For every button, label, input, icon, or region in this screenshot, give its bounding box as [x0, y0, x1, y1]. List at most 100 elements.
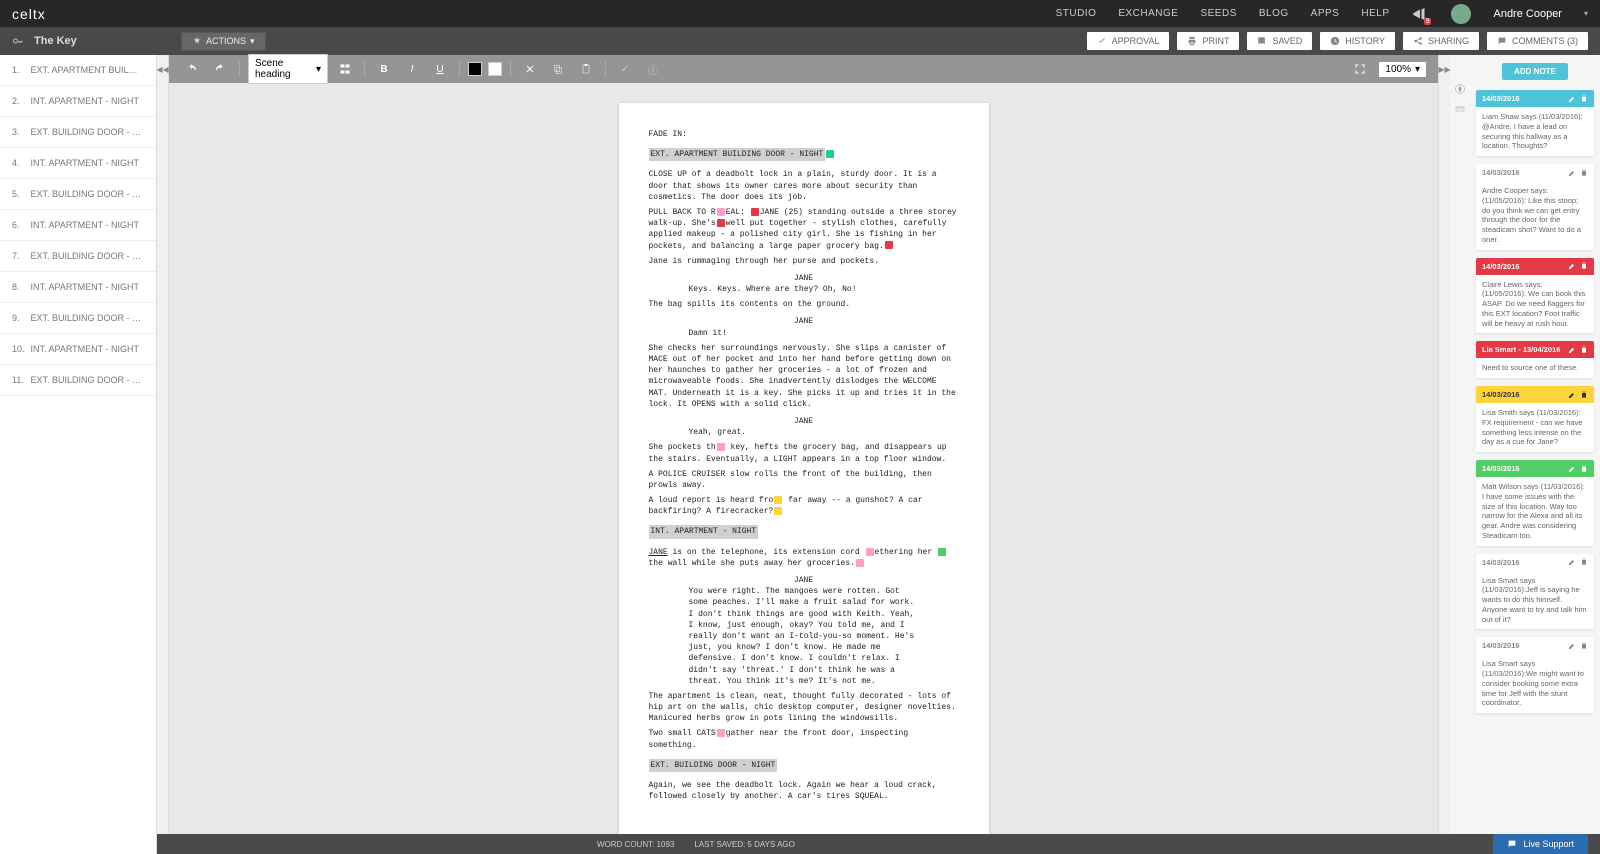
delete-icon[interactable] — [1580, 346, 1588, 354]
find-icon[interactable]: ⓘ — [642, 59, 664, 79]
edit-icon[interactable] — [1568, 391, 1576, 399]
bold-icon[interactable]: B — [373, 59, 395, 79]
fullscreen-icon[interactable] — [1349, 59, 1371, 79]
note-card[interactable]: 14/03/2016Liam Shaw says (11/03/2016): @… — [1476, 90, 1594, 156]
collapse-right-icon[interactable]: ▶▶ — [1438, 55, 1450, 854]
nav-apps[interactable]: APPS — [1311, 8, 1340, 19]
edit-icon[interactable] — [1568, 169, 1576, 177]
sidebar-scene-item[interactable]: 3. EXT. BUILDING DOOR - NIGHT — [0, 117, 156, 148]
status-bar: WORD COUNT: 1093 LAST SAVED: 5 DAYS AGO … — [157, 834, 1600, 854]
note-header: 14/03/2016 — [1476, 90, 1594, 107]
edit-icon[interactable] — [1568, 262, 1576, 270]
note-marker-icon[interactable] — [717, 219, 725, 227]
dual-dialogue-icon[interactable] — [334, 59, 356, 79]
note-marker-icon[interactable] — [751, 208, 759, 216]
delete-icon[interactable] — [1580, 465, 1588, 473]
delete-icon[interactable] — [1580, 262, 1588, 270]
note-card[interactable]: 14/03/2016Lisa Smart says (11/03/2016):J… — [1476, 554, 1594, 630]
note-body: Lisa Smart says (11/03/2016):We might wa… — [1476, 654, 1594, 713]
note-marker-icon[interactable] — [717, 729, 725, 737]
underline-icon[interactable]: U — [429, 59, 451, 79]
delete-icon[interactable] — [1580, 558, 1588, 566]
nav-seeds[interactable]: SEEDS — [1200, 8, 1236, 19]
edit-icon[interactable] — [1568, 642, 1576, 650]
sidebar-scene-item[interactable]: 4. INT. APARTMENT - NIGHT — [0, 148, 156, 179]
note-body: Lisa Smith says (11/03/2016): FX require… — [1476, 403, 1594, 452]
note-marker-icon[interactable] — [866, 548, 874, 556]
spellcheck-icon[interactable]: ✓ — [614, 59, 636, 79]
note-marker-icon[interactable] — [938, 548, 946, 556]
live-support-button[interactable]: Live Support — [1493, 834, 1588, 854]
notes-panel: ADD NOTE 14/03/2016Liam Shaw says (11/03… — [1470, 55, 1600, 854]
page-container[interactable]: FADE IN: EXT. APARTMENT BUILDING DOOR - … — [169, 83, 1438, 854]
script-page[interactable]: FADE IN: EXT. APARTMENT BUILDING DOOR - … — [619, 103, 989, 834]
note-card[interactable]: 14/03/2016Matt Wilson says (11/03/2016):… — [1476, 460, 1594, 546]
sharing-button[interactable]: SHARING — [1403, 32, 1479, 50]
chevron-down-icon[interactable]: ▾ — [1584, 9, 1588, 18]
element-type-select[interactable]: Scene heading▾ — [248, 54, 328, 84]
delete-icon[interactable] — [1580, 95, 1588, 103]
note-card[interactable]: 14/03/2016Lisa Smart says (11/03/2016):W… — [1476, 637, 1594, 713]
add-note-button[interactable]: ADD NOTE — [1502, 63, 1568, 80]
sidebar-scene-item[interactable]: 1. EXT. APARTMENT BUILDING DOOR - ... — [0, 55, 156, 86]
username[interactable]: Andre Cooper — [1493, 8, 1562, 20]
delete-icon[interactable] — [1580, 642, 1588, 650]
action-text: Two small CATSgather near the front door… — [649, 728, 959, 750]
approval-button[interactable]: APPROVAL — [1087, 32, 1170, 50]
note-card[interactable]: 14/03/2016Lisa Smith says (11/03/2016): … — [1476, 386, 1594, 452]
delete-icon[interactable] — [1580, 391, 1588, 399]
delete-icon[interactable] — [1580, 169, 1588, 177]
nav-exchange[interactable]: EXCHANGE — [1118, 8, 1178, 19]
note-marker-icon[interactable] — [717, 208, 725, 216]
ruler-icon[interactable] — [1454, 103, 1466, 115]
note-card[interactable]: 14/03/2016Claire Lewis says: (11/05/2016… — [1476, 258, 1594, 334]
note-marker-icon[interactable] — [885, 241, 893, 249]
print-button[interactable]: PRINT — [1177, 32, 1239, 50]
nav-help[interactable]: HELP — [1361, 8, 1389, 19]
note-marker-icon[interactable] — [774, 496, 782, 504]
nav-studio[interactable]: STUDIO — [1056, 8, 1097, 19]
note-marker-icon[interactable] — [717, 443, 725, 451]
compass-icon[interactable] — [1454, 83, 1466, 95]
note-marker-icon[interactable] — [856, 559, 864, 567]
sidebar-scene-item[interactable]: 7. EXT. BUILDING DOOR - NIGHT — [0, 241, 156, 272]
brand-logo: celtx — [12, 6, 46, 22]
cut-icon[interactable] — [519, 59, 541, 79]
collapse-left-icon[interactable]: ◀◀ — [157, 55, 169, 854]
sidebar-scene-item[interactable]: 5. EXT. BUILDING DOOR - NIGHT — [0, 179, 156, 210]
edit-icon[interactable] — [1568, 465, 1576, 473]
avatar[interactable] — [1451, 4, 1471, 24]
undo-icon[interactable] — [181, 59, 203, 79]
action-text: A loud report is heard fro far away -- a… — [649, 495, 959, 517]
note-card[interactable]: Lia Smart - 13/04/2016Need to source one… — [1476, 341, 1594, 378]
sidebar-scene-item[interactable]: 11. EXT. BUILDING DOOR - NIGHT — [0, 365, 156, 396]
saved-button[interactable]: SAVED — [1247, 32, 1312, 50]
note-header: 14/03/2016 — [1476, 554, 1594, 571]
note-marker-icon[interactable] — [826, 150, 834, 158]
megaphone-icon[interactable]: 9 — [1411, 5, 1429, 23]
highlight-color-swatch[interactable] — [488, 62, 502, 76]
edit-icon[interactable] — [1568, 346, 1576, 354]
edit-icon[interactable] — [1568, 95, 1576, 103]
sidebar-scene-item[interactable]: 2. INT. APARTMENT - NIGHT — [0, 86, 156, 117]
edit-icon[interactable] — [1568, 558, 1576, 566]
sidebar-scene-item[interactable]: 9. EXT. BUILDING DOOR - NIGHT — [0, 303, 156, 334]
redo-icon[interactable] — [209, 59, 231, 79]
italic-icon[interactable]: I — [401, 59, 423, 79]
sidebar-scene-item[interactable]: 6. INT. APARTMENT - NIGHT — [0, 210, 156, 241]
paste-icon[interactable] — [575, 59, 597, 79]
actions-button[interactable]: ACTIONS ▾ — [181, 32, 266, 51]
sidebar-scene-item[interactable]: 8. INT. APARTMENT - NIGHT — [0, 272, 156, 303]
fade-in: FADE IN: — [649, 129, 959, 140]
history-button[interactable]: HISTORY — [1320, 32, 1395, 50]
sidebar-scene-item[interactable]: 10. INT. APARTMENT - NIGHT — [0, 334, 156, 365]
nav-blog[interactable]: BLOG — [1259, 8, 1289, 19]
copy-icon[interactable] — [547, 59, 569, 79]
chevron-down-icon: ▾ — [250, 36, 255, 47]
note-card[interactable]: 14/03/2016Andre Cooper says: (11/05/2016… — [1476, 164, 1594, 250]
note-marker-icon[interactable] — [774, 507, 782, 515]
text-color-swatch[interactable] — [468, 62, 482, 76]
dialogue: Keys. Keys. Where are they? Oh, No! — [689, 284, 919, 295]
comments-button[interactable]: COMMENTS (3) — [1487, 32, 1588, 50]
zoom-select[interactable]: 100%▾ — [1379, 62, 1426, 77]
